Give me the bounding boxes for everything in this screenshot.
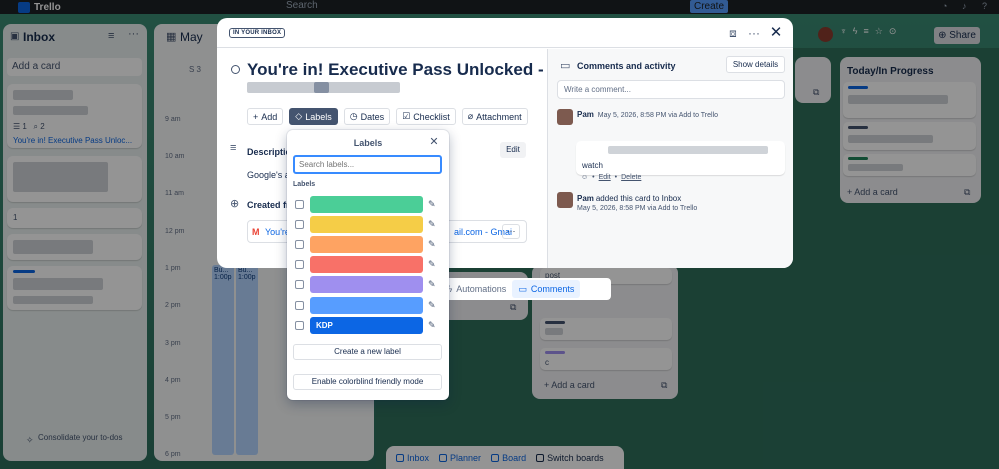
search-labels-input[interactable] bbox=[293, 155, 442, 174]
tab-label: Automations bbox=[456, 284, 507, 294]
activity-column: ▭ Comments and activity Show details Wri… bbox=[547, 49, 793, 268]
popover-title: Labels bbox=[353, 138, 383, 148]
labels-popover: Labels ✕ Labels ✎ ✎ ✎ ✎ ✎ ✎ KDP ✎ Create… bbox=[287, 130, 449, 400]
delete-comment-link[interactable]: Delete bbox=[621, 174, 641, 181]
edit-label-icon[interactable]: ✎ bbox=[428, 279, 436, 290]
colorblind-mode-button[interactable]: Enable colorblind friendly mode bbox=[293, 374, 442, 390]
comment-input[interactable]: Write a comment... bbox=[557, 80, 785, 99]
paperclip-icon: ⌀ bbox=[467, 111, 474, 121]
edit-label-icon[interactable]: ✎ bbox=[428, 320, 436, 331]
comment-text: watch bbox=[582, 161, 603, 170]
comment-bubble: watch bbox=[576, 141, 785, 175]
edit-description-button[interactable]: Edit bbox=[500, 142, 526, 158]
attachment-button[interactable]: ⌀ Attachment bbox=[461, 108, 528, 125]
label-row: ✎ bbox=[295, 196, 441, 213]
edit-label-icon[interactable]: ✎ bbox=[428, 300, 436, 311]
edit-comment-link[interactable]: Edit bbox=[599, 174, 611, 181]
label-row: KDP ✎ bbox=[295, 317, 441, 334]
activity-text: added this card to Inbox bbox=[595, 194, 682, 203]
plus-icon: + bbox=[253, 111, 259, 122]
label-swatch-green[interactable] bbox=[310, 196, 423, 213]
activity-title: Comments and activity bbox=[577, 61, 676, 71]
checklist-button[interactable]: ☑ Checklist bbox=[396, 108, 456, 125]
cover-image-icon[interactable]: ⧈ bbox=[726, 26, 740, 40]
label-checkbox[interactable] bbox=[295, 240, 304, 249]
separator: • bbox=[614, 174, 618, 181]
modal-header: IN YOUR INBOX ⧈ ··· ✕ bbox=[217, 18, 793, 48]
gmail-more-button[interactable]: ··· bbox=[502, 224, 520, 239]
add-button[interactable]: + Add bbox=[247, 108, 284, 125]
card-title[interactable]: You're in! Executive Pass Unlocked - bbox=[247, 60, 544, 80]
edit-label-icon[interactable]: ✎ bbox=[428, 239, 436, 250]
tab-automations[interactable]: ϟ Automations bbox=[442, 278, 513, 300]
avatar[interactable] bbox=[557, 192, 573, 208]
activity-entry: Pam added this card to Inbox bbox=[577, 194, 681, 203]
tab-comments[interactable]: ▭ Comments bbox=[512, 280, 581, 298]
label-row: ✎ bbox=[295, 236, 441, 253]
label-row: ✎ bbox=[295, 216, 441, 233]
activity-timestamp[interactable]: May 5, 2026, 8:58 PM via Add to Trello bbox=[577, 205, 697, 212]
clock-icon: ◷ bbox=[349, 111, 358, 121]
edit-label-icon[interactable]: ✎ bbox=[428, 219, 436, 230]
label-swatch-yellow[interactable] bbox=[310, 216, 423, 233]
card-action-row: + Add ◇ Labels ◷ Dates ☑ Checklist ⌀ Attachme… bbox=[247, 108, 528, 125]
close-popover-icon[interactable]: ✕ bbox=[428, 136, 440, 148]
activity-user[interactable]: Pam bbox=[577, 110, 594, 119]
label-swatch-kdp[interactable]: KDP bbox=[310, 317, 423, 334]
label-row: ✎ bbox=[295, 256, 441, 273]
dates-button[interactable]: ◷ Dates bbox=[343, 108, 391, 125]
activity-timestamp[interactable]: May 5, 2026, 8:58 PM via Add to Trello bbox=[598, 112, 718, 119]
complete-card-toggle[interactable] bbox=[231, 65, 240, 74]
description-title: Descriptio bbox=[247, 147, 292, 157]
label-row: ✎ bbox=[295, 276, 441, 293]
separator: • bbox=[592, 174, 595, 181]
action-label: Attachment bbox=[476, 111, 522, 122]
show-details-button[interactable]: Show details bbox=[726, 56, 785, 73]
edit-label-icon[interactable]: ✎ bbox=[428, 199, 436, 210]
avatar[interactable] bbox=[557, 109, 573, 125]
action-label: Checklist bbox=[413, 111, 450, 122]
labels-button[interactable]: ◇ Labels bbox=[289, 108, 338, 125]
labels-section-heading: Labels bbox=[293, 181, 316, 188]
label-swatch-blue[interactable] bbox=[310, 297, 423, 314]
more-options-icon[interactable]: ··· bbox=[747, 26, 761, 40]
label-row: ✎ bbox=[295, 297, 441, 314]
label-swatch-red[interactable] bbox=[310, 256, 423, 273]
tag-icon: ◇ bbox=[295, 111, 303, 121]
label-checkbox[interactable] bbox=[295, 301, 304, 310]
label-checkbox[interactable] bbox=[295, 321, 304, 330]
activity-meta: Pam May 5, 2026, 8:58 PM via Add to Trel… bbox=[577, 110, 718, 119]
label-swatch-purple[interactable] bbox=[310, 276, 423, 293]
label-swatch-orange[interactable] bbox=[310, 236, 423, 253]
comment-icon: ▭ bbox=[560, 60, 571, 72]
comment-icon: ▭ bbox=[518, 283, 527, 294]
action-label: Labels bbox=[305, 111, 332, 122]
edit-label-icon[interactable]: ✎ bbox=[428, 259, 436, 270]
emoji-reaction-icon[interactable]: ☺ bbox=[581, 174, 588, 181]
tab-label: Comments bbox=[530, 284, 575, 294]
close-modal-icon[interactable]: ✕ bbox=[769, 25, 783, 40]
label-checkbox[interactable] bbox=[295, 260, 304, 269]
comment-actions: ☺ • Edit • Delete bbox=[581, 174, 641, 181]
create-label-button[interactable]: Create a new label bbox=[293, 344, 442, 360]
action-label: Add bbox=[261, 111, 278, 122]
inbox-badge[interactable]: IN YOUR INBOX bbox=[229, 28, 286, 38]
globe-icon: ⊕ bbox=[230, 198, 240, 210]
description-icon: ≡ bbox=[230, 142, 237, 154]
label-checkbox[interactable] bbox=[295, 200, 304, 209]
label-checkbox[interactable] bbox=[295, 220, 304, 229]
action-label: Dates bbox=[360, 111, 385, 122]
checkbox-icon: ☑ bbox=[402, 111, 411, 121]
activity-user[interactable]: Pam bbox=[577, 194, 594, 203]
gmail-icon: M bbox=[252, 227, 260, 237]
label-checkbox[interactable] bbox=[295, 280, 304, 289]
